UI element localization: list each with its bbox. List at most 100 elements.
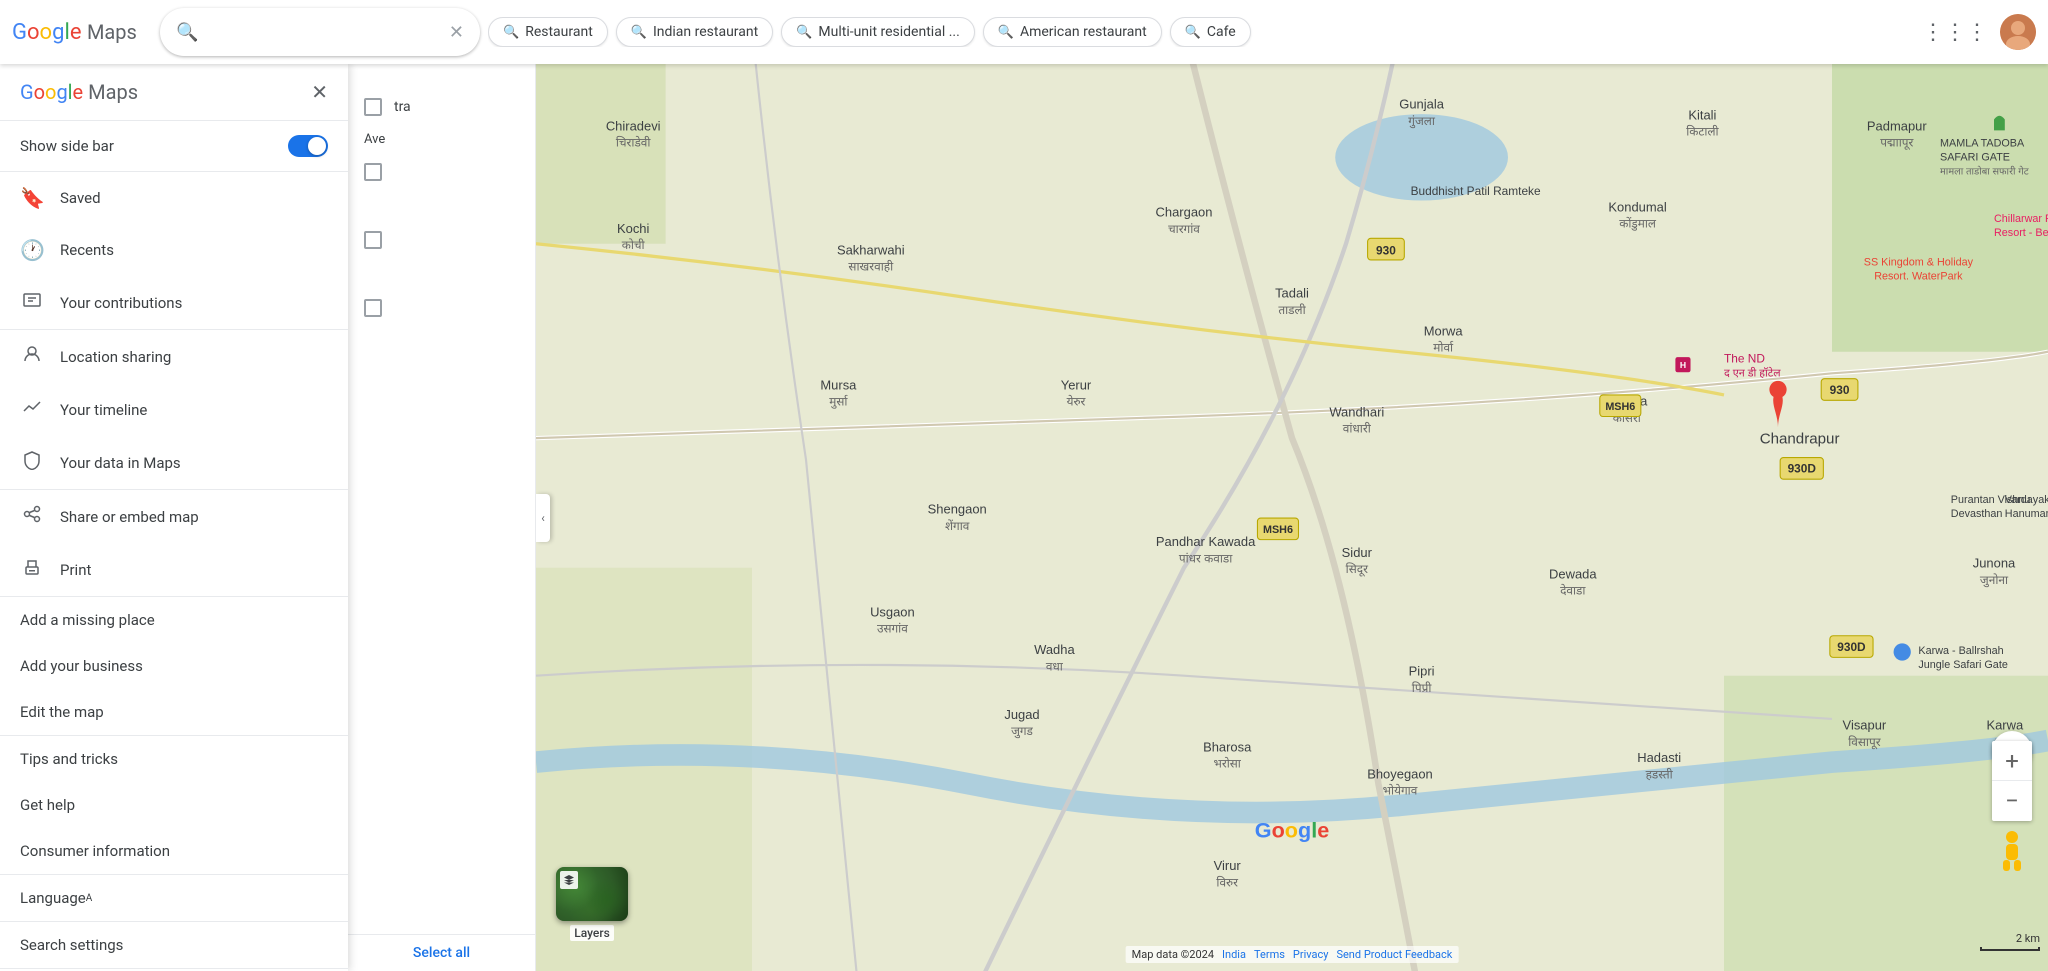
sidebar-section-6: LanguageA bbox=[0, 875, 348, 922]
list-spacer-2 bbox=[348, 259, 535, 289]
attribution-terms[interactable]: Terms bbox=[1254, 948, 1285, 961]
checkbox-1[interactable] bbox=[364, 163, 382, 181]
svg-text:वांधारी: वांधारी bbox=[1343, 422, 1372, 436]
svg-text:Jugad: Jugad bbox=[1004, 707, 1039, 722]
svg-text:MSH6: MSH6 bbox=[1263, 524, 1293, 536]
pegman-button[interactable] bbox=[1992, 831, 2032, 871]
show-sidebar-toggle[interactable] bbox=[288, 135, 328, 157]
svg-text:ताडली: ताडली bbox=[1278, 303, 1306, 317]
sidebar-item-share-embed[interactable]: Share or embed map bbox=[0, 490, 348, 543]
chip-indian-restaurant[interactable]: 🔍 Indian restaurant bbox=[616, 17, 773, 47]
search-box[interactable]: 🔍 ✕ bbox=[160, 8, 480, 56]
top-bar: Google Maps 🔍 ✕ 🔍 Restaurant 🔍 Indian re… bbox=[0, 0, 2048, 64]
attribution-feedback[interactable]: Send Product Feedback bbox=[1336, 948, 1452, 961]
sidebar-link-add-business[interactable]: Add your business bbox=[0, 643, 348, 689]
sidebar-item-contributions[interactable]: Your contributions bbox=[0, 276, 348, 329]
chip-restaurant[interactable]: 🔍 Restaurant bbox=[488, 17, 608, 47]
layers-button[interactable]: Layers bbox=[556, 867, 628, 941]
svg-text:मुर्सा: मुर्सा bbox=[829, 395, 848, 410]
chip-search-icon-4: 🔍 bbox=[1185, 25, 1201, 40]
sidebar: Google Maps ✕ Show side bar 🔖 Saved 🕐 Re… bbox=[0, 64, 348, 971]
toggle-knob bbox=[308, 137, 326, 155]
sidebar-link-add-missing-place[interactable]: Add a missing place bbox=[0, 597, 348, 643]
svg-text:Virur: Virur bbox=[1214, 858, 1242, 873]
chip-search-icon-2: 🔍 bbox=[796, 25, 812, 40]
svg-text:पद्माापूर: पद्माापूर bbox=[1880, 136, 1914, 151]
chip-cafe[interactable]: 🔍 Cafe bbox=[1170, 17, 1251, 47]
sidebar-link-tips[interactable]: Tips and tricks bbox=[0, 736, 348, 782]
attribution-privacy[interactable]: Privacy bbox=[1293, 948, 1329, 961]
svg-text:Chillarwar Farm's &: Chillarwar Farm's & bbox=[1994, 213, 2048, 225]
sidebar-link-get-help[interactable]: Get help bbox=[0, 782, 348, 828]
map-collapse-handle[interactable]: ‹ bbox=[536, 494, 550, 542]
sidebar-toggle-label: Show side bar bbox=[20, 137, 288, 155]
sidebar-item-language[interactable]: LanguageA bbox=[0, 875, 348, 921]
svg-text:Junona: Junona bbox=[1973, 556, 2016, 571]
svg-text:जुनोना: जुनोना bbox=[1980, 573, 2009, 588]
svg-text:MAMLA TADOBA: MAMLA TADOBA bbox=[1940, 138, 2025, 150]
svg-text:Pandhar Kawada: Pandhar Kawada bbox=[1156, 534, 1256, 549]
svg-text:कोची: कोची bbox=[622, 238, 646, 252]
svg-text:किटाली: किटाली bbox=[1686, 125, 1719, 139]
sidebar-logo-text: Google Maps bbox=[20, 80, 138, 104]
apps-grid-icon[interactable]: ⋮⋮⋮ bbox=[1922, 20, 1988, 45]
sidebar-section-4: Add a missing place Add your business Ed… bbox=[0, 597, 348, 736]
chip-label-4: Cafe bbox=[1207, 24, 1236, 40]
sidebar-link-consumer-info[interactable]: Consumer information bbox=[0, 828, 348, 874]
sidebar-section-1: 🔖 Saved 🕐 Recents Your contributions bbox=[0, 172, 348, 330]
sidebar-toggle-row: Show side bar bbox=[0, 121, 348, 172]
contributions-icon bbox=[20, 290, 44, 315]
checkbox-0[interactable] bbox=[364, 98, 382, 116]
zoom-out-button[interactable]: − bbox=[1992, 781, 2032, 821]
search-input[interactable] bbox=[208, 23, 438, 41]
sidebar-link-search-settings[interactable]: Search settings bbox=[0, 922, 348, 968]
sidebar-item-timeline[interactable]: Your timeline bbox=[0, 383, 348, 436]
svg-text:Google: Google bbox=[1255, 818, 1329, 843]
svg-text:Shengaon: Shengaon bbox=[928, 502, 987, 517]
zoom-in-button[interactable]: + bbox=[1992, 741, 2032, 781]
recents-label: Recents bbox=[60, 241, 114, 259]
clear-icon[interactable]: ✕ bbox=[449, 22, 464, 43]
svg-text:MSH6: MSH6 bbox=[1605, 401, 1635, 413]
svg-text:वधा: वधा bbox=[1046, 659, 1064, 673]
svg-text:साखरवाही: साखरवाही bbox=[848, 260, 894, 274]
zoom-controls: + − bbox=[1992, 741, 2032, 821]
attribution-india[interactable]: India bbox=[1222, 948, 1246, 961]
select-all-button[interactable]: Select all bbox=[348, 934, 535, 971]
list-panel-item-0[interactable]: tra bbox=[348, 88, 535, 126]
svg-text:Bhoyegaon: Bhoyegaon bbox=[1367, 766, 1433, 781]
list-panel-item-3[interactable] bbox=[348, 289, 535, 327]
sidebar-item-print[interactable]: Print bbox=[0, 543, 348, 596]
sidebar-link-edit-map[interactable]: Edit the map bbox=[0, 689, 348, 735]
svg-text:द एन डी हॉटेल: द एन डी हॉटेल bbox=[1724, 367, 1781, 380]
svg-text:भरोसा: भरोसा bbox=[1214, 757, 1242, 771]
svg-text:The ND: The ND bbox=[1724, 352, 1765, 366]
list-panel-item-2[interactable] bbox=[348, 221, 535, 259]
sidebar-close-button[interactable]: ✕ bbox=[311, 80, 328, 104]
svg-text:Vardayak: Vardayak bbox=[2005, 494, 2048, 506]
sidebar-item-location-sharing[interactable]: Location sharing bbox=[0, 330, 348, 383]
sidebar-item-saved[interactable]: 🔖 Saved bbox=[0, 172, 348, 224]
svg-text:930: 930 bbox=[1376, 244, 1396, 258]
svg-text:Hanuman Mandir: Hanuman Mandir bbox=[2005, 508, 2048, 520]
chip-american-restaurant[interactable]: 🔍 American restaurant bbox=[983, 17, 1162, 47]
list-panel: tra Ave Select all bbox=[348, 64, 536, 971]
main-content: Google Maps ✕ Show side bar 🔖 Saved 🕐 Re… bbox=[0, 64, 2048, 971]
svg-text:Kitali: Kitali bbox=[1688, 108, 1716, 123]
svg-text:पांधर कवाडा: पांधर कवाडा bbox=[1179, 551, 1233, 565]
sidebar-section-7: Search settings bbox=[0, 922, 348, 969]
checkbox-3[interactable] bbox=[364, 299, 382, 317]
chip-multi-unit[interactable]: 🔍 Multi-unit residential ... bbox=[781, 17, 975, 47]
svg-text:930D: 930D bbox=[1788, 462, 1817, 476]
layers-label: Layers bbox=[570, 925, 614, 941]
svg-text:930: 930 bbox=[1830, 383, 1850, 397]
svg-text:गुंजला: गुंजला bbox=[1408, 114, 1436, 129]
list-panel-item-1[interactable] bbox=[348, 153, 535, 191]
share-icon bbox=[20, 504, 44, 529]
user-avatar[interactable] bbox=[2000, 14, 2036, 50]
timeline-label: Your timeline bbox=[60, 401, 147, 419]
location-sharing-label: Location sharing bbox=[60, 348, 171, 366]
sidebar-item-data-in-maps[interactable]: Your data in Maps bbox=[0, 436, 348, 489]
checkbox-2[interactable] bbox=[364, 231, 382, 249]
sidebar-item-recents[interactable]: 🕐 Recents bbox=[0, 224, 348, 276]
